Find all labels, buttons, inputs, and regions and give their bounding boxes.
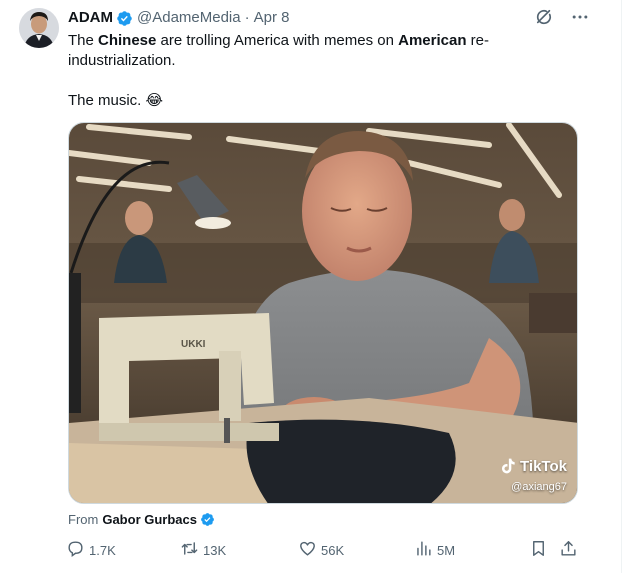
like-icon [298,539,317,561]
tweet-text: The Chinese are trolling America with me… [68,31,578,111]
tiktok-watermark: TikTok @axiang67 [500,457,567,493]
reply-count: 1.7K [89,542,116,558]
machine-brand-label: UKKI [181,339,206,350]
bold-word: American [398,32,467,49]
source-prefix: From [68,512,99,527]
like-count: 56K [321,542,345,558]
reply-icon [66,539,85,561]
separator: · [244,9,250,26]
views-count: 5M [437,542,456,558]
tweet-text-line-1: The Chinese are trolling America with me… [68,32,490,69]
reply-button[interactable]: 1.7K [66,538,116,562]
video-media[interactable]: UKKI TikTok @axiang67 [68,122,578,504]
share-icon [559,539,578,561]
tweet: ADAM @AdameMedia · Apr 8 The Chinese are… [0,0,622,573]
bookmark-button[interactable] [529,538,548,562]
tweet-header: ADAM @AdameMedia · Apr 8 [68,9,289,27]
source-name[interactable]: Gabor Gurbacs [102,512,197,527]
repost-button[interactable]: 13K [180,538,226,562]
tweet-date[interactable]: Apr 8 [254,9,290,27]
source-attribution: From Gabor Gurbacs [68,512,215,527]
more-icon[interactable] [569,6,591,28]
verified-badge-icon [116,10,133,27]
tiktok-brand: TikTok [520,457,567,475]
display-name[interactable]: ADAM [68,9,113,27]
tiktok-logo-icon [500,457,516,475]
avatar[interactable] [19,8,59,48]
tweet-text-line-2: The music. 😂 [68,92,164,109]
repost-count: 13K [203,542,227,558]
verified-badge-icon [200,512,215,527]
bookmark-icon [529,539,548,561]
repost-icon [180,539,199,561]
grok-icon[interactable] [533,6,555,28]
action-bar: 1.7K 13K 56K 5M [62,538,582,562]
share-button[interactable] [559,538,578,562]
user-handle[interactable]: @AdameMedia [137,9,241,27]
views-button[interactable]: 5M [414,538,455,562]
views-icon [414,539,433,561]
like-button[interactable]: 56K [298,538,344,562]
tiktok-username: @axiang67 [511,481,567,493]
top-actions [533,6,591,28]
bold-word: Chinese [98,32,157,49]
